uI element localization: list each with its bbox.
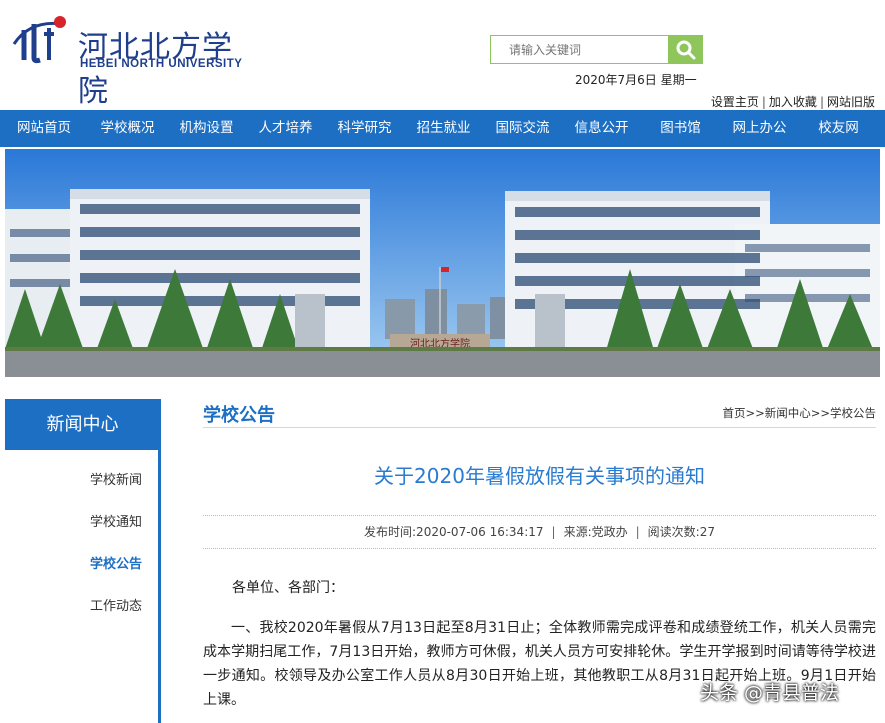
nav-admissions[interactable]: 招生就业 (404, 110, 483, 147)
nav-research[interactable]: 科学研究 (325, 110, 404, 147)
search-icon (676, 40, 696, 60)
top-links: 设置主页 | 加入收藏 | 网站旧版 (711, 93, 875, 110)
logo-emblem-icon (12, 16, 66, 64)
search-input[interactable] (490, 35, 670, 64)
nav-education[interactable]: 人才培养 (246, 110, 325, 147)
nav-online-office[interactable]: 网上办公 (720, 110, 799, 147)
divider (203, 515, 876, 516)
university-logo[interactable]: 河北北方学院 HEBEI NORTH UNIVERSITY (10, 10, 260, 109)
section-title: 学校公告 (203, 405, 275, 426)
content-header: 学校公告 首页>>新闻中心>>学校公告 (203, 399, 876, 428)
search-button[interactable] (668, 35, 703, 64)
add-favorite-link[interactable]: 加入收藏 (769, 95, 817, 109)
article-greeting: 各单位、各部门： (232, 580, 344, 596)
divider: | (551, 525, 556, 539)
divider: | (819, 95, 824, 109)
old-site-link[interactable]: 网站旧版 (827, 95, 875, 109)
current-date: 2020年7月6日 星期一 (575, 73, 697, 87)
article-meta: 发布时间:2020-07-06 16:34:17 | 来源:党政办 | 阅读次数:27 (203, 523, 876, 540)
nav-home[interactable]: 网站首页 (0, 110, 88, 147)
logo-english-name: HEBEI NORTH UNIVERSITY (80, 58, 243, 70)
sidebar: 新闻中心 学校新闻 学校通知 学校公告 工作动态 (5, 399, 161, 723)
nav-alumni[interactable]: 校友网 (799, 110, 878, 147)
campus-photo: 河北北方学院 (5, 149, 880, 377)
set-homepage-link[interactable]: 设置主页 (711, 95, 759, 109)
sidebar-item-work-updates[interactable]: 工作动态 (5, 595, 155, 614)
view-count: 阅读次数:27 (647, 525, 715, 539)
sidebar-title: 新闻中心 (5, 399, 160, 450)
watermark: 头条 @青县普法 (700, 682, 840, 704)
publish-time: 发布时间:2020-07-06 16:34:17 (364, 525, 544, 539)
nav-disclosure[interactable]: 信息公开 (562, 110, 641, 147)
article-title: 关于2020年暑假放假有关事项的通知 (374, 464, 705, 488)
nav-library[interactable]: 图书馆 (641, 110, 720, 147)
breadcrumb[interactable]: 首页>>新闻中心>>学校公告 (722, 405, 876, 421)
site-header: 河北北方学院 HEBEI NORTH UNIVERSITY 2020年7月6日 … (0, 0, 885, 110)
nav-departments[interactable]: 机构设置 (167, 110, 246, 147)
sidebar-item-school-announcements[interactable]: 学校公告 (5, 553, 155, 572)
sidebar-item-school-news[interactable]: 学校新闻 (5, 469, 155, 488)
main-nav: 网站首页 学校概况 机构设置 人才培养 科学研究 招生就业 国际交流 信息公开 … (0, 110, 885, 147)
campus-banner: 河北北方学院 (5, 149, 880, 377)
nav-international[interactable]: 国际交流 (483, 110, 562, 147)
article-source: 来源:党政办 (563, 525, 628, 539)
divider: | (635, 525, 640, 539)
nav-about[interactable]: 学校概况 (88, 110, 167, 147)
sidebar-item-school-notices[interactable]: 学校通知 (5, 511, 155, 530)
divider (203, 548, 876, 549)
divider: | (761, 95, 766, 109)
